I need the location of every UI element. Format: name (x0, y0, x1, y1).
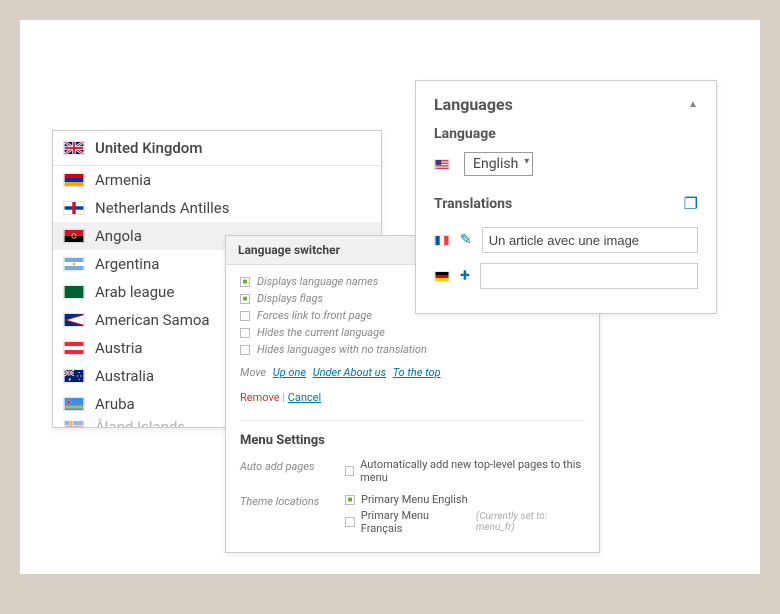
option-checkbox[interactable] (240, 328, 250, 338)
languages-title: Languages (434, 95, 513, 114)
flag-icon-aw (63, 397, 85, 411)
theme-loc-label: Primary Menu English (361, 493, 468, 506)
flag-icon-au (63, 369, 85, 383)
country-label: Angola (95, 227, 142, 245)
country-label: Aruba (95, 395, 135, 413)
menu-settings-title: Menu Settings (240, 433, 585, 448)
theme-loc-hint: (Currently set to: menu_fr) (476, 511, 585, 533)
flag-icon-at (63, 341, 85, 355)
auto-add-pages-label: Auto add pages (240, 458, 345, 473)
flag-icon-an (63, 201, 85, 215)
plus-icon[interactable]: + (460, 267, 470, 285)
translations-label: Translations (434, 196, 512, 212)
option-checkbox[interactable]: ■ (240, 294, 250, 304)
languages-metabox: Languages ▲ Language English Translation… (415, 80, 717, 314)
flag-icon-ar (63, 257, 85, 271)
move-up-one-link[interactable]: Up one (273, 366, 306, 379)
option-checkbox[interactable]: ■ (240, 277, 250, 287)
country-label: Åland Islands (95, 418, 185, 428)
country-label: Argentina (95, 255, 159, 273)
flag-icon-ao (63, 229, 85, 243)
move-top-link[interactable]: To the top (393, 366, 441, 379)
option-label: Forces link to front page (257, 309, 372, 322)
move-under-link[interactable]: Under About us (313, 366, 386, 379)
flag-icon-us (434, 159, 450, 170)
translation-input[interactable] (480, 263, 698, 289)
copy-icon[interactable]: ❐ (684, 194, 698, 213)
auto-add-text: Automatically add new top-level pages to… (360, 458, 585, 484)
flag-icon-fr (434, 235, 450, 246)
country-list-header: United Kingdom (53, 131, 381, 166)
country-item[interactable]: Netherlands Antilles (53, 194, 381, 222)
pencil-icon[interactable]: ✎ (460, 232, 472, 248)
language-select[interactable]: English (464, 152, 533, 176)
theme-loc-label: Primary Menu Français (361, 509, 470, 535)
option-label: Hides languages with no translation (257, 343, 427, 356)
translation-row: + (434, 263, 698, 289)
option-label: Displays language names (257, 275, 378, 288)
flag-icon-arab (63, 285, 85, 299)
country-label: Austria (95, 339, 143, 357)
flag-icon-gb (63, 141, 85, 155)
country-label: American Samoa (95, 311, 210, 329)
country-label: Arab league (95, 283, 174, 301)
country-label: Netherlands Antilles (95, 199, 230, 217)
option-label: Displays flags (257, 292, 323, 305)
move-row: Move Up one Under About us To the top (240, 366, 585, 379)
flag-icon-am (63, 173, 85, 187)
theme-loc-checkbox[interactable]: ■ (345, 495, 355, 505)
flag-icon-as (63, 313, 85, 327)
flag-icon-de (434, 271, 450, 282)
cancel-link[interactable]: Cancel (288, 391, 321, 404)
language-label: Language (434, 126, 698, 142)
option-label: Hides the current language (257, 326, 385, 339)
auto-add-checkbox[interactable] (345, 466, 354, 476)
remove-link[interactable]: Remove (240, 391, 280, 404)
collapse-toggle-icon[interactable]: ▲ (688, 99, 698, 110)
country-label: Armenia (95, 171, 151, 189)
country-header-label: United Kingdom (95, 139, 202, 157)
option-checkbox[interactable] (240, 345, 250, 355)
translation-row: ✎ (434, 227, 698, 253)
country-item[interactable]: Armenia (53, 166, 381, 194)
theme-loc-checkbox[interactable] (345, 517, 355, 527)
theme-locations-label: Theme locations (240, 493, 345, 508)
translation-input[interactable] (482, 227, 698, 253)
country-label: Australia (95, 367, 154, 385)
option-checkbox[interactable] (240, 311, 250, 321)
flag-icon-ax (63, 420, 85, 428)
